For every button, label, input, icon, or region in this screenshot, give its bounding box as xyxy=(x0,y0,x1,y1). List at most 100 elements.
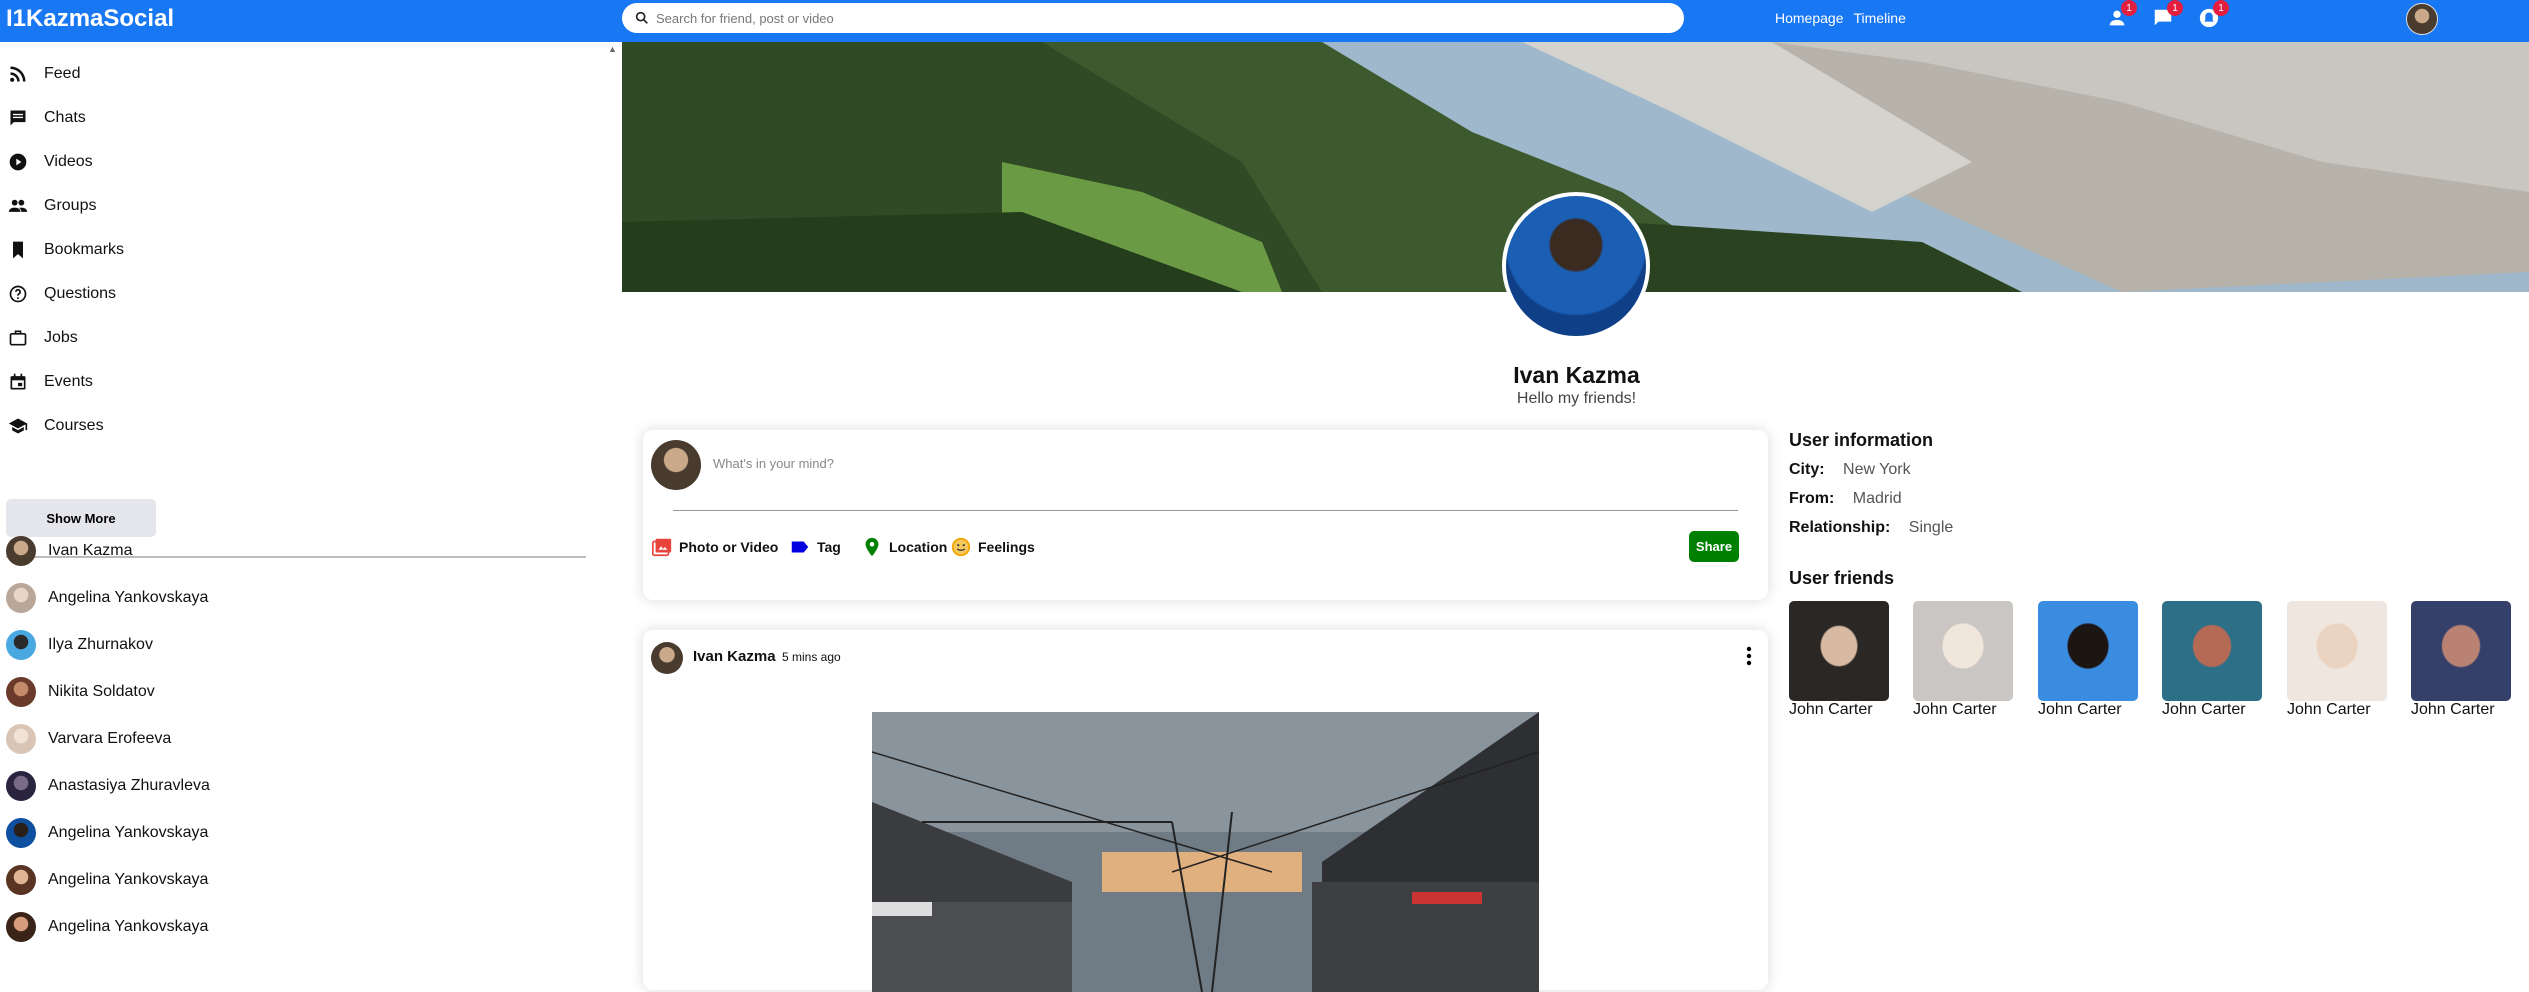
more-vert-icon[interactable] xyxy=(1739,644,1759,668)
sidebar-item-label: Chats xyxy=(44,109,86,126)
user-friend-card[interactable]: John Carter xyxy=(2038,601,2138,719)
sidebar-item-groups[interactable]: Groups xyxy=(8,194,96,218)
info-key: City: xyxy=(1789,461,1825,478)
notifications-badge: 1 xyxy=(2213,0,2229,16)
avatar xyxy=(6,536,36,566)
post-input[interactable] xyxy=(713,456,1613,471)
sidebar-item-chats[interactable]: Chats xyxy=(8,106,86,130)
event-icon xyxy=(10,373,26,390)
friend-list-item[interactable]: Ilya Zhurnakov xyxy=(6,630,153,660)
avatar xyxy=(6,630,36,660)
sidebar-item-jobs[interactable]: Jobs xyxy=(8,326,78,350)
top-links: Homepage Timeline xyxy=(1775,10,1906,26)
friend-photo xyxy=(2162,601,2262,701)
user-friend-card[interactable]: John Carter xyxy=(2287,601,2387,719)
sidebar-item-courses[interactable]: Courses xyxy=(8,414,104,438)
sidebar-item-events[interactable]: Events xyxy=(8,370,93,394)
friend-name: Varvara Erofeeva xyxy=(48,730,172,747)
friend-name: Ivan Kazma xyxy=(48,542,133,559)
top-icons: 1 1 1 xyxy=(2103,0,2229,32)
friend-photo xyxy=(2287,601,2387,701)
friend-name: John Carter xyxy=(1913,701,1997,718)
sidebar-item-label: Groups xyxy=(44,197,97,214)
profile-description: Hello my friends! xyxy=(1516,390,1637,407)
friend-name: John Carter xyxy=(1789,701,1873,718)
friend-list-item[interactable]: Angelina Yankovskaya xyxy=(6,583,208,613)
friend-photo xyxy=(1913,601,2013,701)
sidebar-item-feed[interactable]: Feed xyxy=(8,62,80,86)
sidebar-item-label: Courses xyxy=(44,417,104,434)
sidebar: Feed Chats Videos Groups Bookmarks Quest… xyxy=(0,42,612,971)
photo-library-icon xyxy=(652,538,672,557)
group-icon xyxy=(8,199,28,212)
messages-button[interactable]: 1 xyxy=(2149,0,2183,32)
avatar xyxy=(6,865,36,895)
avatar xyxy=(6,677,36,707)
friend-name: Nikita Soldatov xyxy=(48,683,155,700)
tag-option[interactable]: Tag xyxy=(789,536,841,558)
user-friends-title: User friends xyxy=(1789,568,1895,588)
user-friend-card[interactable]: John Carter xyxy=(1789,601,1889,719)
post-username[interactable]: Ivan Kazma xyxy=(693,648,776,665)
avatar xyxy=(6,818,36,848)
location-option[interactable]: Location xyxy=(861,536,947,558)
friend-list-item[interactable]: Anastasiya Zhuravleva xyxy=(6,771,210,801)
avatar xyxy=(6,724,36,754)
friend-list-item[interactable]: Nikita Soldatov xyxy=(6,677,155,707)
share-divider xyxy=(673,510,1738,511)
friend-requests-button[interactable]: 1 xyxy=(2103,0,2137,32)
photo-or-video-option[interactable]: Photo or Video xyxy=(651,536,778,558)
friend-name: Angelina Yankovskaya xyxy=(48,589,209,606)
search-input[interactable] xyxy=(656,10,1656,26)
friend-list-item[interactable]: Angelina Yankovskaya xyxy=(6,865,208,895)
notifications-button[interactable]: 1 xyxy=(2195,0,2229,32)
feelings-option[interactable]: Feelings xyxy=(950,536,1035,558)
share-button[interactable]: Share xyxy=(1689,531,1739,562)
friend-name: John Carter xyxy=(2038,701,2122,718)
search-bar[interactable] xyxy=(622,3,1684,33)
post-time: 5 mins ago xyxy=(782,650,841,664)
show-more-button[interactable]: Show More xyxy=(6,499,156,537)
avatar xyxy=(6,771,36,801)
sidebar-scroll-up-arrow[interactable]: ▲ xyxy=(608,44,617,54)
sidebar-item-label: Feed xyxy=(44,65,81,82)
friend-list-item[interactable]: Angelina Yankovskaya xyxy=(6,818,208,848)
top-bar: I1KazmaSocial Homepage Timeline 1 1 1 xyxy=(0,0,2529,42)
sidebar-item-videos[interactable]: Videos xyxy=(8,150,93,174)
info-value: Single xyxy=(1908,519,1954,536)
homepage-link[interactable]: Homepage xyxy=(1775,10,1844,26)
avatar xyxy=(651,440,701,490)
sidebar-item-label: Videos xyxy=(44,153,93,170)
user-friend-card[interactable]: John Carter xyxy=(1913,601,2013,719)
train-station-photo xyxy=(872,712,1539,992)
friend-photo xyxy=(2411,601,2511,701)
timeline-link[interactable]: Timeline xyxy=(1854,10,1906,26)
sidebar-item-questions[interactable]: Questions xyxy=(8,282,116,306)
app-logo[interactable]: I1KazmaSocial xyxy=(6,5,174,33)
post-image[interactable] xyxy=(872,712,1539,992)
sidebar-item-bookmarks[interactable]: Bookmarks xyxy=(8,238,124,262)
friend-list-item[interactable]: Angelina Yankovskaya xyxy=(6,912,208,942)
info-key: Relationship: xyxy=(1789,519,1891,536)
info-value: Madrid xyxy=(1852,490,1902,507)
sidebar-item-label: Questions xyxy=(44,285,117,302)
user-information-title: User information xyxy=(1789,430,1934,450)
friend-list-item[interactable]: Ivan Kazma xyxy=(6,536,132,566)
friend-photo xyxy=(2038,601,2138,701)
profile-avatar[interactable] xyxy=(1502,192,1650,340)
user-friend-card[interactable]: John Carter xyxy=(2411,601,2511,719)
info-row-from: From: Madrid xyxy=(1789,490,1902,508)
friend-list-item[interactable]: Varvara Erofeeva xyxy=(6,724,171,754)
search-icon xyxy=(635,11,648,24)
user-friend-card[interactable]: John Carter xyxy=(2162,601,2262,719)
bookmark-icon xyxy=(13,241,23,259)
chat-badge: 1 xyxy=(2167,0,2183,16)
user-avatar[interactable] xyxy=(2406,3,2438,35)
option-label: Feelings xyxy=(978,539,1035,555)
location-pin-icon xyxy=(865,537,879,557)
option-label: Tag xyxy=(817,539,841,555)
school-icon xyxy=(8,418,28,434)
avatar xyxy=(651,642,683,674)
info-row-city: City: New York xyxy=(1789,461,1911,479)
avatar xyxy=(6,583,36,613)
